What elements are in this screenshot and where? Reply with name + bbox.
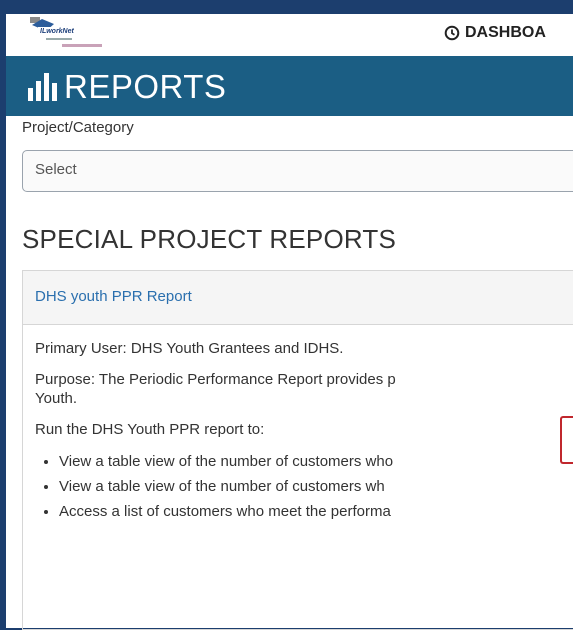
run-text: Run the DHS Youth PPR report to: (35, 421, 265, 438)
primary-user-text: Primary User: DHS Youth Grantees and IDH… (35, 340, 344, 357)
project-category-select[interactable]: Select (22, 150, 573, 192)
alert-badge[interactable] (560, 416, 573, 464)
report-panel: DHS youth PPR Report Primary User: DHS Y… (22, 270, 573, 630)
report-body: Primary User: DHS Youth Grantees and IDH… (23, 325, 573, 524)
top-bar: ILworkNet DASHBOA (6, 14, 573, 56)
clock-icon (444, 25, 460, 41)
bar-chart-icon (28, 73, 57, 101)
purpose-line-1: Purpose: The Periodic Performance Report… (35, 371, 396, 388)
dashboard-label: DASHBOA (465, 24, 546, 41)
project-category-label: Project/Category (22, 119, 134, 136)
list-item: View a table view of the number of custo… (59, 474, 569, 499)
purpose-line-2: Youth. (35, 390, 77, 407)
list-item: Access a list of customers who meet the … (59, 499, 569, 524)
report-header[interactable]: DHS youth PPR Report (23, 271, 573, 325)
list-item: View a table view of the number of custo… (59, 449, 569, 474)
section-title: SPECIAL PROJECT REPORTS (22, 224, 396, 254)
dashboard-link[interactable]: DASHBOA (444, 24, 546, 42)
reports-title: REPORTS (64, 68, 227, 105)
report-title-link[interactable]: DHS youth PPR Report (35, 288, 192, 305)
report-bullet-list: View a table view of the number of custo… (35, 449, 569, 524)
site-logo[interactable]: ILworkNet (28, 15, 120, 51)
svg-text:ILworkNet: ILworkNet (40, 28, 75, 35)
reports-banner: REPORTS (6, 56, 573, 116)
purpose-text: Purpose: The Periodic Performance Report… (35, 370, 569, 408)
